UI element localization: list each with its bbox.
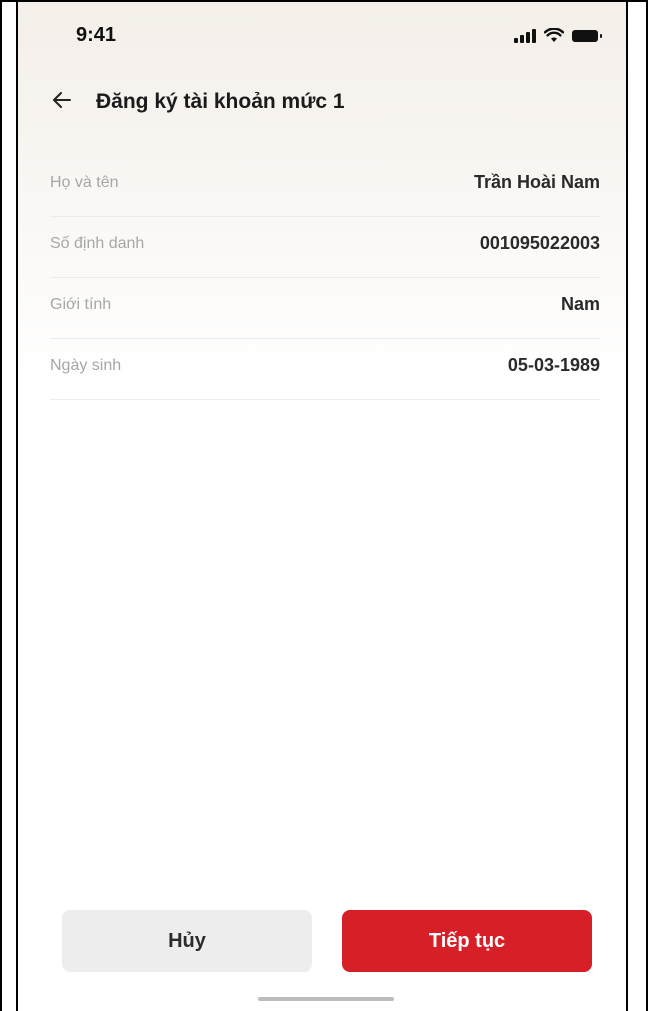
home-indicator — [258, 997, 394, 1001]
signal-icon — [514, 28, 536, 43]
frame-border-right — [626, 0, 628, 1011]
page-header: Đăng ký tài khoản mức 1 — [18, 80, 626, 124]
page-title: Đăng ký tài khoản mức 1 — [96, 90, 345, 113]
info-row-gender: Giới tính Nam — [50, 278, 600, 339]
id-number-label: Số định danh — [50, 235, 145, 252]
id-number-value: 001095022003 — [479, 233, 600, 253]
phone-screen: 9:41 Đăng ký tài khoản mức 1 Họ và tên T… — [18, 2, 626, 1011]
cancel-button[interactable]: Hủy — [62, 910, 312, 972]
wifi-icon — [544, 28, 564, 42]
date-of-birth-label: Ngày sinh — [50, 357, 122, 374]
full-name-label: Họ và tên — [50, 174, 119, 191]
info-row-full-name: Họ và tên Trần Hoài Nam — [50, 156, 600, 217]
frame-border-left — [0, 0, 2, 1011]
info-row-date-of-birth: Ngày sinh 05-03-1989 — [50, 339, 600, 400]
arrow-left-icon[interactable] — [50, 86, 74, 114]
screenshot-page: 9:41 Đăng ký tài khoản mức 1 Họ và tên T… — [0, 0, 648, 1011]
status-icons — [514, 28, 602, 43]
date-of-birth-value: 05-03-1989 — [507, 355, 600, 375]
status-time: 9:41 — [76, 24, 117, 46]
battery-icon — [572, 29, 602, 42]
gender-label: Giới tính — [50, 296, 112, 313]
gender-value: Nam — [560, 294, 600, 314]
info-list: Họ và tên Trần Hoài Nam Số định danh 001… — [50, 156, 600, 400]
full-name-value: Trần Hoài Nam — [473, 172, 600, 192]
continue-button[interactable]: Tiếp tục — [342, 910, 592, 972]
info-row-id-number: Số định danh 001095022003 — [50, 217, 600, 278]
status-bar: 9:41 — [18, 2, 626, 66]
